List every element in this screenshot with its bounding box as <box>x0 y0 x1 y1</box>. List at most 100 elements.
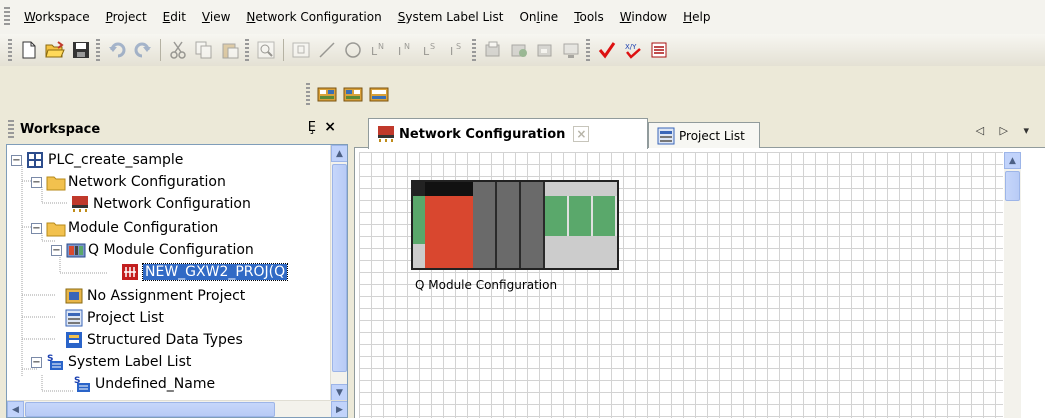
scroll-left-icon[interactable]: ◀ <box>7 401 24 417</box>
label-icon[interactable] <box>289 38 313 62</box>
collapse-toggle[interactable]: − <box>31 222 42 234</box>
tree-item-label: Network Configuration <box>68 174 226 190</box>
tree-item-no-assignment[interactable]: No Assignment Project <box>65 285 245 307</box>
check-all-icon[interactable]: X/Y <box>621 38 645 62</box>
network-config-icon <box>377 125 395 143</box>
menu-help[interactable]: Help <box>675 10 718 24</box>
system-label-icon: S <box>46 353 64 371</box>
check-icon[interactable] <box>595 38 619 62</box>
toolbar-grip-3[interactable] <box>245 39 249 61</box>
menu-window[interactable]: Window <box>612 10 675 24</box>
tab-close-icon[interactable]: × <box>573 126 590 142</box>
menu-online[interactable]: Online <box>511 10 566 24</box>
paste-icon[interactable] <box>218 38 242 62</box>
tree-item-root[interactable]: − PLC_create_sample <box>11 149 183 171</box>
tab-label: Project List <box>679 128 745 143</box>
copy-icon[interactable] <box>192 38 216 62</box>
undo-icon[interactable] <box>105 38 129 62</box>
tree-item-module-folder[interactable]: − Module Configuration <box>31 217 218 239</box>
collapse-toggle[interactable]: − <box>31 176 42 188</box>
network-param-1-icon[interactable] <box>315 82 339 106</box>
svg-text:S: S <box>430 42 435 51</box>
tree-item-label: System Label List <box>68 354 192 370</box>
workspace-grip[interactable] <box>8 120 14 138</box>
tree-item-network-folder[interactable]: − Network Configuration <box>31 171 226 193</box>
tree-item-system-label-list[interactable]: − S System Label List <box>31 351 191 373</box>
no-assign-icon <box>65 287 83 305</box>
undefined-label-icon: S <box>73 375 91 393</box>
scroll-thumb-horizontal[interactable] <box>25 402 275 417</box>
tree-item-label: PLC_create_sample <box>48 152 184 168</box>
q-module-icon <box>66 241 86 259</box>
project-list-icon <box>65 309 83 327</box>
verify-icon[interactable] <box>533 38 557 62</box>
tree-item-label: NEW_GXW2_PROJ(Q <box>141 263 289 281</box>
line-icon[interactable] <box>315 38 339 62</box>
monitor-icon[interactable] <box>559 38 583 62</box>
close-icon[interactable]: × <box>324 119 336 135</box>
tab-project-list[interactable]: Project List <box>648 122 760 148</box>
menu-grip[interactable] <box>4 7 10 27</box>
collapse-toggle[interactable]: − <box>51 244 62 256</box>
tab-navigation-arrows[interactable]: ◁ ▷ ▾ <box>976 124 1035 137</box>
read-plc-icon[interactable] <box>507 38 531 62</box>
pin-icon[interactable]: Ȩ <box>308 120 316 135</box>
check-list-icon[interactable] <box>647 38 671 62</box>
tree-item-project-list[interactable]: Project List <box>65 307 164 329</box>
zoom-icon[interactable] <box>254 38 278 62</box>
tree-vertical-scrollbar[interactable]: ▲ ▼ <box>330 145 347 401</box>
menu-network-configuration[interactable]: Network Configuration <box>238 10 389 24</box>
save-icon[interactable] <box>69 38 93 62</box>
text-is-icon[interactable]: IS <box>445 38 469 62</box>
toolbar-grip[interactable] <box>8 39 12 61</box>
scroll-thumb[interactable] <box>1005 171 1020 201</box>
tree-item-network-config[interactable]: Network Configuration <box>71 193 251 215</box>
menu-edit[interactable]: Edit <box>155 10 194 24</box>
tree-item-plc-project[interactable]: NEW_GXW2_PROJ(Q <box>121 261 289 283</box>
text-ls-icon[interactable]: LS <box>419 38 443 62</box>
canvas-vertical-scrollbar[interactable]: ▲ <box>1004 152 1021 418</box>
network-param-2-icon[interactable] <box>341 82 365 106</box>
write-plc-icon[interactable] <box>481 38 505 62</box>
grid-background: Q Module Configuration <box>359 152 1003 418</box>
document-tab-bar: Network Configuration × Project List ◁ ▷… <box>354 114 1045 149</box>
scroll-right-icon[interactable]: ▶ <box>331 401 347 417</box>
menu-tools[interactable]: Tools <box>566 10 612 24</box>
toolbar-grip-5[interactable] <box>586 39 590 61</box>
menu-project[interactable]: Project <box>98 10 155 24</box>
menu-system-label-list[interactable]: System Label List <box>390 10 512 24</box>
svg-text:S: S <box>456 42 461 51</box>
tree-item-label: Module Configuration <box>68 220 219 236</box>
folder-icon <box>46 173 66 191</box>
toolbar-grip-2[interactable] <box>96 39 100 61</box>
rack-slot-bottom <box>413 244 425 268</box>
tree-item-q-module[interactable]: − Q Module Configuration <box>51 239 254 261</box>
text-ln-icon[interactable]: LN <box>367 38 391 62</box>
q-module-rack[interactable] <box>411 180 619 270</box>
scroll-thumb[interactable] <box>332 164 347 372</box>
folder-icon <box>46 219 66 237</box>
scroll-up-icon[interactable]: ▲ <box>331 145 347 162</box>
tab-network-configuration[interactable]: Network Configuration × <box>368 118 648 149</box>
network-config-canvas[interactable]: Q Module Configuration ▲ <box>354 148 1045 418</box>
open-icon[interactable] <box>43 38 67 62</box>
cut-icon[interactable] <box>166 38 190 62</box>
collapse-toggle[interactable]: − <box>31 356 42 368</box>
toolbar-grip-6[interactable] <box>306 83 310 105</box>
circle-icon[interactable] <box>341 38 365 62</box>
scroll-down-icon[interactable]: ▼ <box>331 384 347 401</box>
new-icon[interactable] <box>17 38 41 62</box>
network-param-3-icon[interactable] <box>367 82 391 106</box>
tree-horizontal-scrollbar[interactable]: ◀ ▶ <box>7 400 347 417</box>
text-in-icon[interactable]: IN <box>393 38 417 62</box>
plc-project-icon <box>121 263 139 281</box>
tree-item-undefined-name[interactable]: S Undefined_Name <box>73 373 215 395</box>
data-types-icon <box>65 331 83 349</box>
collapse-toggle[interactable]: − <box>11 154 22 166</box>
menu-view[interactable]: View <box>194 10 238 24</box>
tree-item-structured-data-types[interactable]: Structured Data Types <box>65 329 243 351</box>
redo-icon[interactable] <box>131 38 155 62</box>
menu-workspace[interactable]: Workspace <box>16 10 98 24</box>
scroll-up-icon[interactable]: ▲ <box>1004 152 1021 169</box>
toolbar-grip-4[interactable] <box>472 39 476 61</box>
